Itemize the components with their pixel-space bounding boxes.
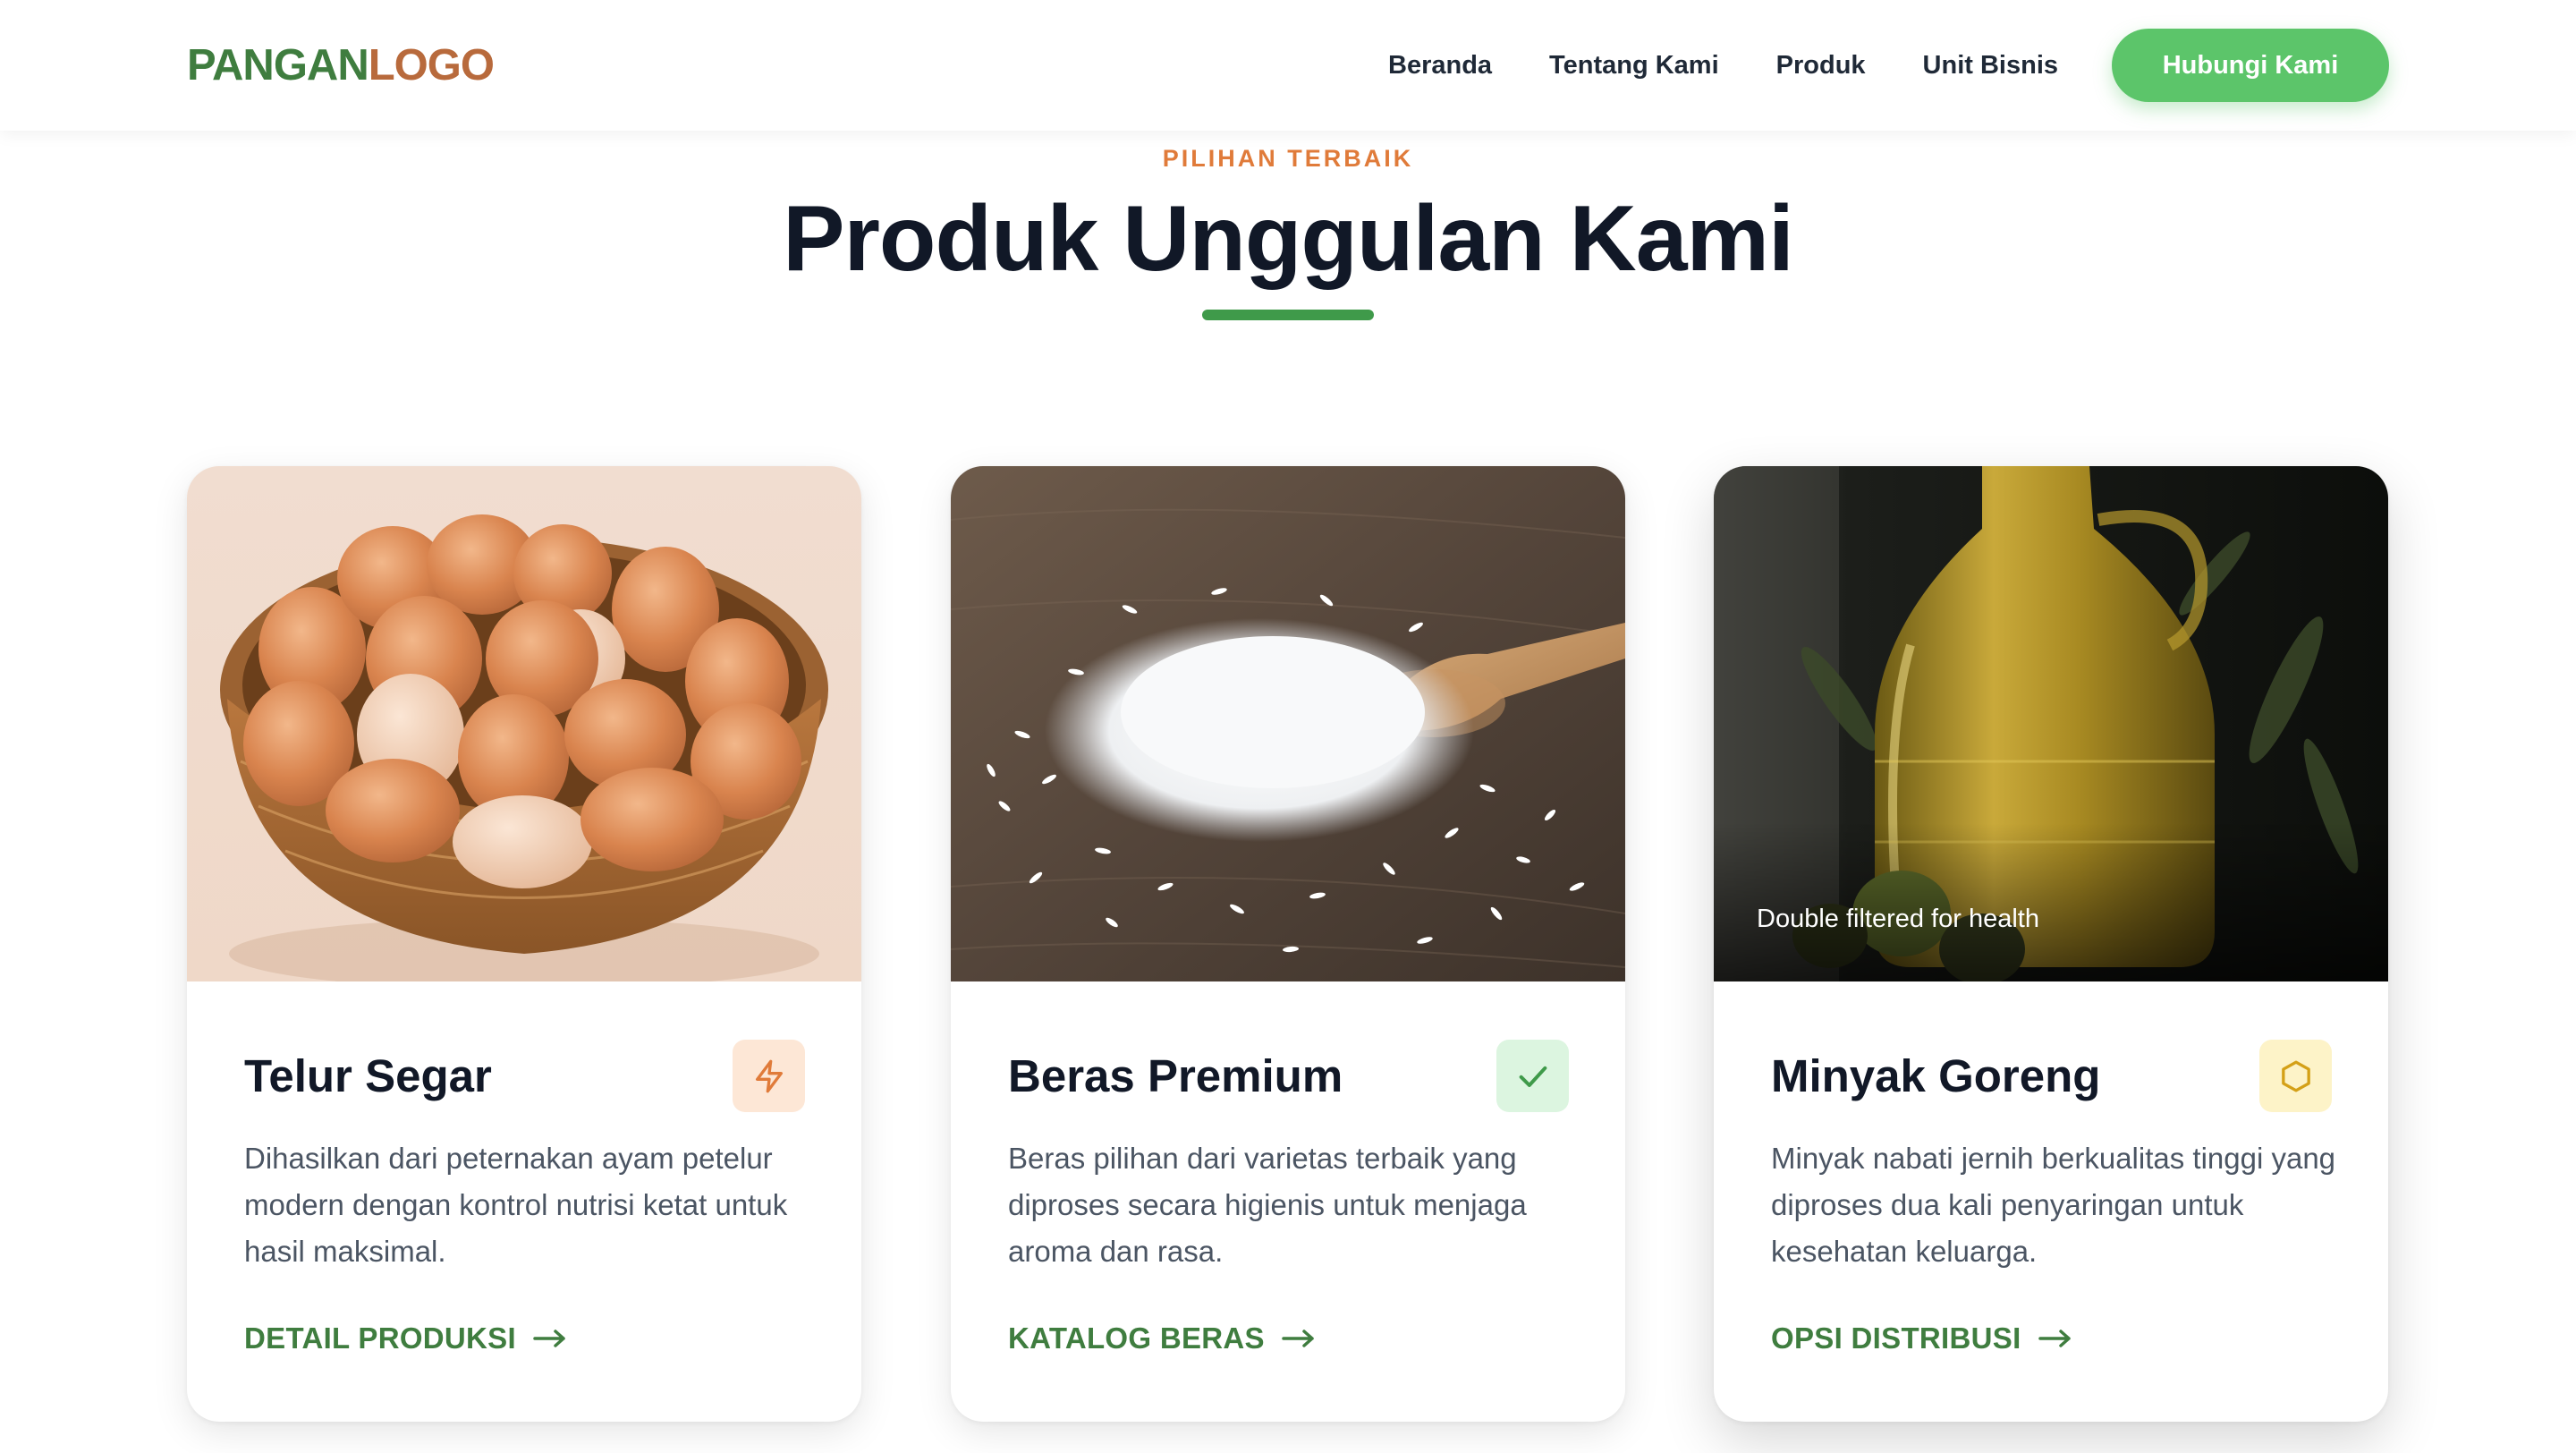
opsi-distribusi-link[interactable]: OPSI DISTRIBUSI	[1771, 1321, 2073, 1355]
oil-bottle-image: Double filtered for health	[1714, 466, 2388, 981]
image-caption: Double filtered for health	[1757, 905, 2039, 933]
rice-spoon-image	[951, 466, 1625, 981]
product-card-beras: Beras Premium Beras pilihan dari varieta…	[951, 466, 1625, 1422]
katalog-beras-link[interactable]: KATALOG BERAS	[1008, 1321, 1317, 1355]
arrow-right-icon	[1281, 1328, 1317, 1349]
card-title: Beras Premium	[1008, 1050, 1343, 1101]
main-nav: Beranda Tentang Kami Produk Unit Bisnis	[1388, 0, 2058, 131]
nav-link-unit-bisnis[interactable]: Unit Bisnis	[1923, 51, 2058, 81]
logo-part-logo: LOGO	[368, 41, 495, 89]
contact-us-button[interactable]: Hubungi Kami	[2112, 29, 2389, 102]
card-link-label: OPSI DISTRIBUSI	[1771, 1321, 2021, 1355]
card-description: Minyak nabati jernih berkualitas tinggi …	[1771, 1142, 2336, 1268]
egg-basket-image	[187, 466, 861, 981]
lightning-icon	[733, 1040, 805, 1112]
detail-produksi-link[interactable]: DETAIL PRODUKSI	[244, 1321, 568, 1355]
checkmark-icon	[1496, 1040, 1569, 1112]
arrow-right-icon	[532, 1328, 568, 1349]
site-logo[interactable]: PANGANLOGO	[187, 39, 495, 91]
nav-link-produk[interactable]: Produk	[1776, 51, 1866, 81]
navbar: PANGANLOGO Beranda Tentang Kami Produk U…	[0, 0, 2576, 131]
card-link-label: DETAIL PRODUKSI	[244, 1321, 516, 1355]
section-eyebrow: PILIHAN TERBAIK	[1162, 145, 1414, 172]
card-link-label: KATALOG BERAS	[1008, 1321, 1265, 1355]
product-card-telur: Telur Segar Dihasilkan dari peternakan a…	[187, 466, 861, 1422]
section-title: Produk Unggulan Kami	[783, 187, 1794, 291]
card-title: Telur Segar	[244, 1050, 492, 1101]
card-title: Minyak Goreng	[1771, 1050, 2101, 1101]
logo-part-pangan: PANGAN	[187, 41, 369, 89]
title-underline	[1202, 310, 1374, 320]
arrow-right-icon	[2038, 1328, 2073, 1349]
card-description: Dihasilkan dari peternakan ayam petelur …	[244, 1142, 788, 1268]
nav-link-tentang-kami[interactable]: Tentang Kami	[1549, 51, 1719, 81]
hexagon-icon	[2259, 1040, 2332, 1112]
nav-link-beranda[interactable]: Beranda	[1388, 51, 1492, 81]
product-card-minyak: Double filtered for health Minyak Goreng…	[1714, 466, 2388, 1422]
card-description: Beras pilihan dari varietas terbaik yang…	[1008, 1142, 1527, 1268]
